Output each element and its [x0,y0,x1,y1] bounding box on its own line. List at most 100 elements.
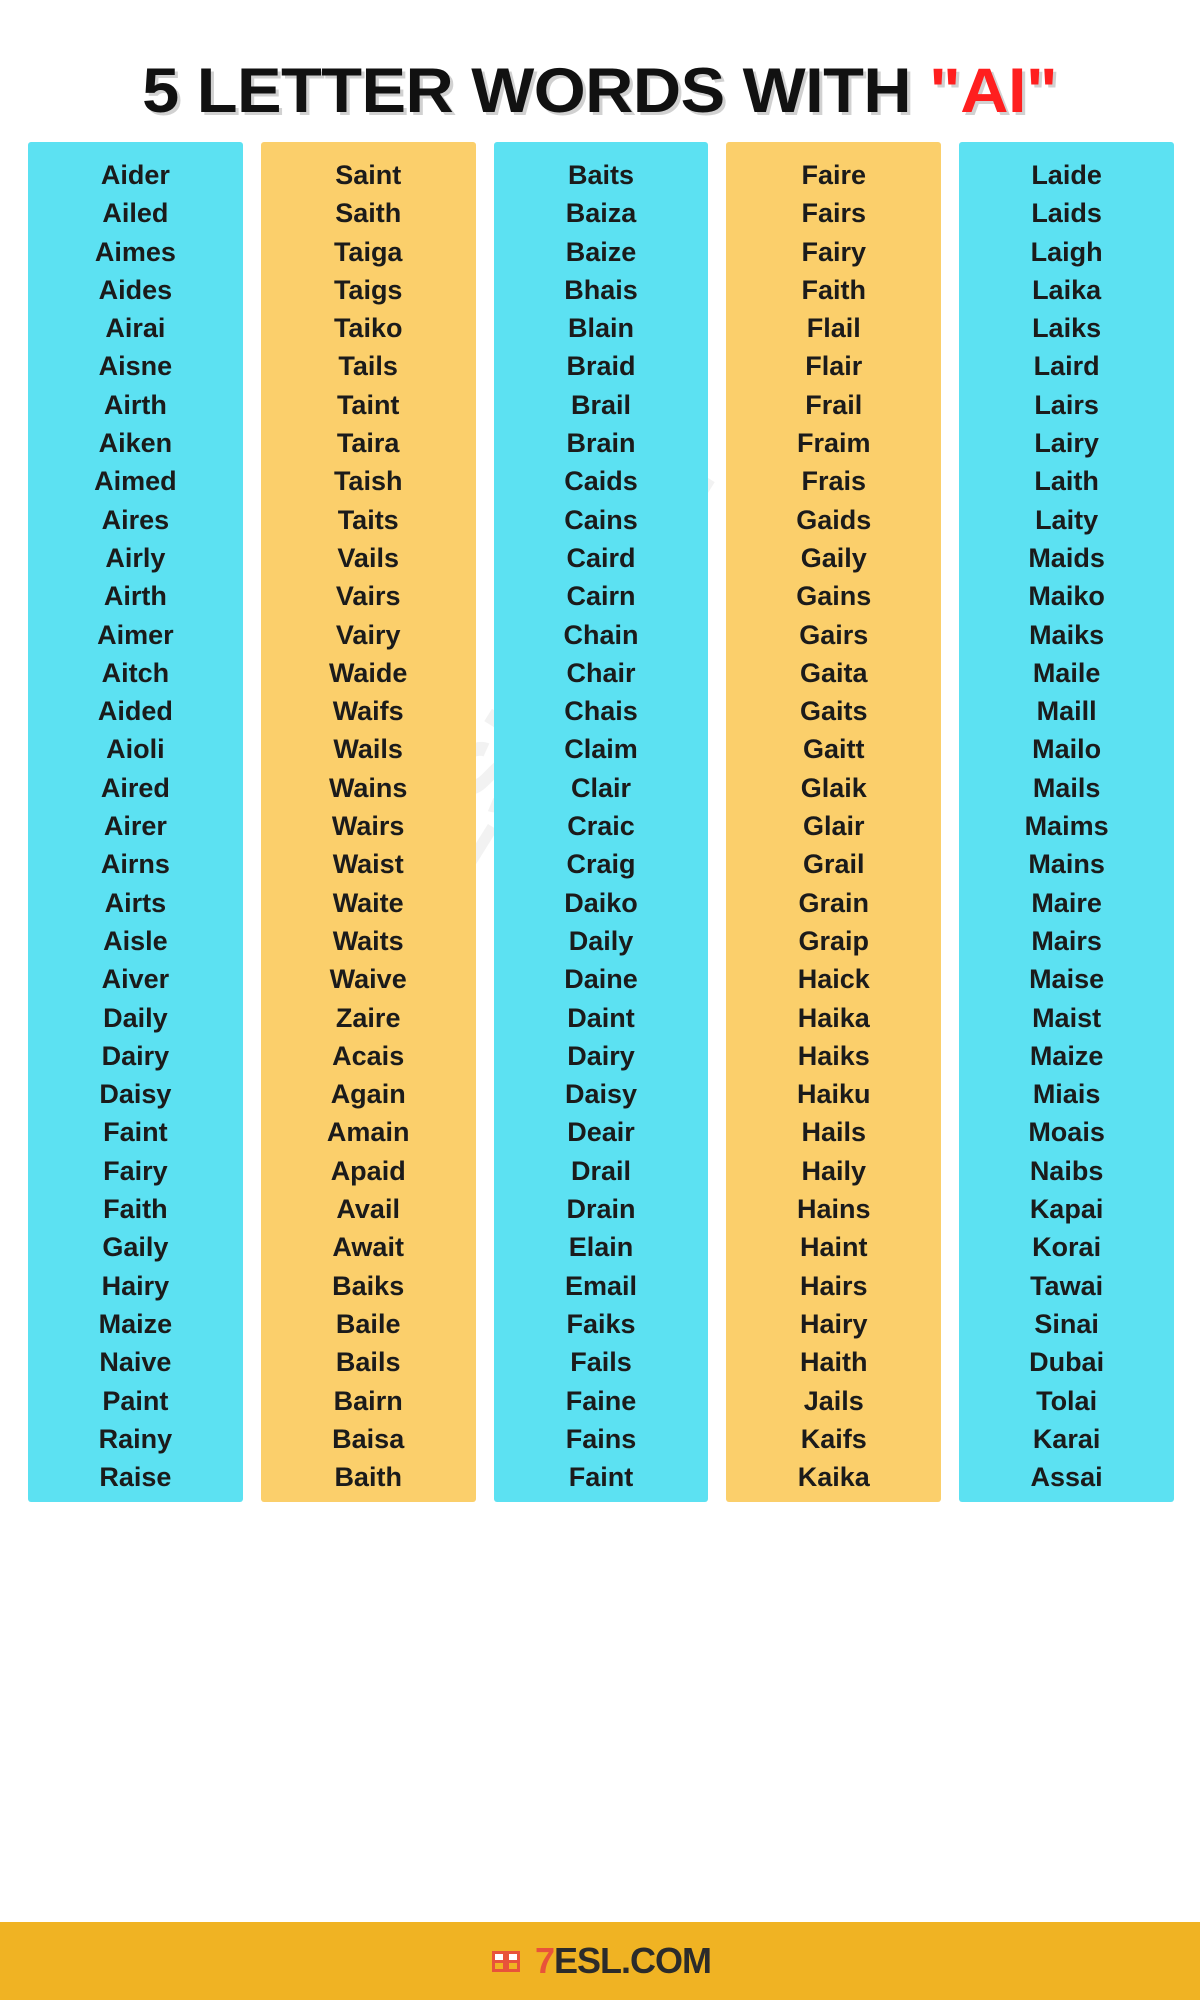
word-item: Fraim [797,428,871,459]
word-item: Clair [570,772,631,803]
word-column-5: Laide Laids Laigh Laika Laiks Laird Lairs Lairy… [959,142,1174,1502]
word-item: Glaik [800,772,867,803]
word-item: Cains [564,504,638,535]
infographic-page: 5 LETTER WORDS WITH "AI" 7ESL.COM Aider A… [0,0,1200,2000]
word-item: Aimed [94,466,177,497]
word-item: Mailo [1032,734,1102,765]
word-item: Jails [803,1385,864,1416]
word-item: Daine [564,964,638,995]
word-item: Caird [566,542,636,573]
word-item: Gaily [102,1232,169,1263]
word-item: Taigs [333,274,403,305]
word-item: Sinai [1034,1308,1099,1339]
word-item: Aiver [101,964,170,995]
word-item: Drain [566,1194,636,1225]
word-item: Laith [1034,466,1099,497]
word-item: Wairs [331,811,405,842]
word-item: Braid [566,351,636,382]
word-item: Airth [103,389,167,420]
word-item: Claim [564,734,638,765]
word-item: Airts [104,887,167,918]
word-item: Again [330,1079,406,1110]
word-item: Taint [336,389,400,420]
word-item: Maize [1029,1040,1104,1071]
word-item: Aider [100,160,170,190]
word-item: Aided [97,696,173,727]
word-item: Vairy [335,619,401,650]
word-item: Gaids [796,504,872,535]
word-column-1: Aider Ailed Aimes Aides Airai Aisne Airth Aiken… [28,142,243,1502]
word-item: Gaits [800,696,868,727]
word-item: Craic [567,811,635,842]
logo-accent: 7 [534,1940,555,1981]
word-item: Amain [326,1117,410,1148]
word-item: Elain [568,1232,634,1263]
word-item: Baize [565,236,637,267]
word-item: Dairy [567,1040,635,1071]
word-item: Mails [1032,772,1101,803]
word-item: Aires [101,504,170,535]
word-item: Aired [100,772,170,803]
word-item: Maids [1028,542,1105,573]
word-item: Naive [99,1347,172,1378]
word-item: Frais [801,466,867,497]
word-item: Grain [798,887,870,918]
word-item: Waits [332,925,404,956]
word-item: Moais [1028,1117,1105,1148]
word-item: Faith [801,274,867,305]
logo-label: 7ESL.COM [534,1940,712,1982]
word-item: Baith [334,1462,402,1493]
site-logo: 7ESL.COM [489,1940,712,1982]
word-item: Drail [570,1155,631,1186]
word-item: Laigh [1030,236,1103,267]
word-item: Chair [566,657,636,688]
word-item: Airer [103,811,167,842]
word-item: Waite [332,887,404,918]
word-item: Flail [806,313,861,344]
word-item: Laide [1031,160,1102,190]
word-item: Maire [1031,887,1102,918]
word-item: Maist [1032,1002,1102,1033]
word-item: Haika [797,1002,870,1033]
word-item: Faint [568,1462,634,1493]
word-item: Laids [1031,198,1102,229]
word-item: Aimes [94,236,176,267]
word-item: Faith [103,1194,168,1225]
word-item: Bairn [333,1385,403,1416]
word-item: Fains [565,1423,637,1454]
word-item: Bhais [564,274,638,305]
word-item: Daisy [99,1079,172,1110]
word-item: Taish [333,466,403,497]
word-item: Glair [803,811,865,842]
word-item: Craig [566,849,636,880]
word-item: Gains [796,581,872,612]
word-item: Taits [337,504,399,535]
word-item: Waifs [332,696,404,727]
word-item: Graip [798,925,870,956]
word-item: Faine [565,1385,637,1416]
word-item: Aioli [106,734,165,765]
word-item: Fairy [103,1155,168,1186]
word-item: Gairs [799,619,869,650]
footer-bar: 7ESL.COM [0,1922,1200,2000]
word-item: Deair [567,1117,635,1148]
word-item: Gaitt [803,734,865,765]
word-item: Vails [337,542,399,573]
word-item: Fairy [801,236,867,267]
word-item: Baiza [565,198,637,229]
word-item: Airly [105,542,166,573]
word-item: Taira [336,428,400,459]
word-item: Haint [800,1232,868,1263]
word-item: Aides [98,274,173,305]
word-item: Karai [1032,1423,1101,1454]
word-item: Maims [1024,811,1109,842]
title-main: 5 LETTER WORDS WITH [142,56,930,126]
word-item: Baile [335,1308,401,1339]
word-item: Maill [1036,696,1097,727]
word-item: Kapai [1029,1194,1104,1225]
word-item: Saith [335,198,402,229]
word-item: Aiken [98,428,173,459]
word-item: Cairn [566,581,636,612]
word-item: Fairs [801,198,867,229]
title-highlight: "AI" [929,56,1059,126]
